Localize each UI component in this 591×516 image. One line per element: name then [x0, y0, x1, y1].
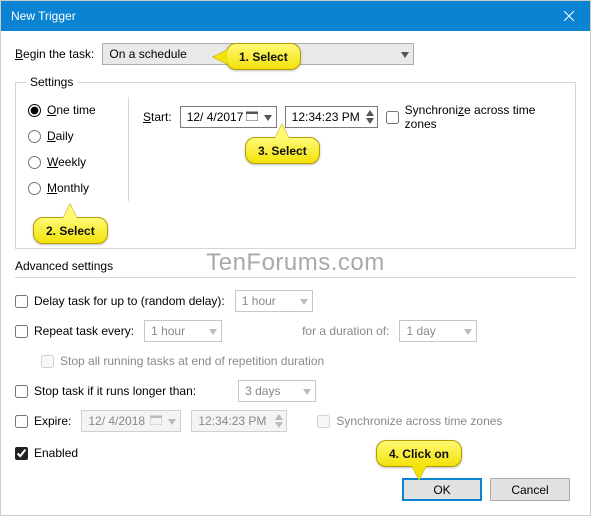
- radio-weekly[interactable]: Weekly: [28, 155, 114, 169]
- repeat-combo: 1 hour: [144, 320, 222, 342]
- dialog-buttons: OK Cancel: [402, 478, 570, 501]
- delay-check[interactable]: Delay task for up to (random delay):: [15, 294, 225, 308]
- radio-monthly[interactable]: Monthly: [28, 181, 114, 195]
- spinner-icon: [274, 413, 284, 429]
- settings-legend: Settings: [26, 75, 77, 89]
- expire-date-picker: 12/ 4/2018: [81, 410, 181, 432]
- advanced-divider: [15, 277, 576, 278]
- delay-row: Delay task for up to (random delay): 1 h…: [15, 288, 576, 314]
- stop-longer-row: Stop task if it runs longer than: 3 days: [15, 378, 576, 404]
- enabled-check[interactable]: Enabled: [15, 446, 78, 460]
- callout-3: 3. Select: [245, 137, 320, 164]
- begin-task-value: On a schedule: [109, 47, 186, 61]
- cancel-button[interactable]: Cancel: [490, 478, 570, 501]
- begin-task-label: Begin the task:: [15, 47, 94, 61]
- advanced-legend: Advanced settings: [15, 259, 576, 273]
- close-button[interactable]: [548, 1, 590, 31]
- callout-4: 4. Click on: [376, 440, 462, 467]
- ok-button[interactable]: OK: [402, 478, 482, 501]
- sync-timezones-label: Synchronize across time zones: [405, 103, 563, 131]
- settings-divider: [128, 97, 129, 201]
- spinner-icon: [365, 109, 375, 125]
- callout-1: 1. Select: [226, 43, 301, 70]
- start-label: Start:: [143, 110, 172, 124]
- duration-combo: 1 day: [399, 320, 477, 342]
- chevron-down-icon: [168, 414, 176, 428]
- recurrence-radios: One time Daily Weekly Monthly: [26, 97, 116, 201]
- callout-2: 2. Select: [33, 217, 108, 244]
- delay-combo: 1 hour: [235, 290, 313, 312]
- stop-all-check: Stop all running tasks at end of repetit…: [41, 354, 324, 368]
- radio-daily[interactable]: Daily: [28, 129, 114, 143]
- close-icon: [564, 11, 574, 21]
- repeat-check[interactable]: Repeat task every:: [15, 324, 134, 338]
- stop-all-row: Stop all running tasks at end of repetit…: [41, 348, 576, 374]
- title-bar: New Trigger: [1, 1, 590, 31]
- calendar-icon: [246, 110, 258, 124]
- stop-longer-combo: 3 days: [238, 380, 316, 402]
- window-title: New Trigger: [11, 9, 76, 23]
- start-date-value: 12/ 4/2017: [187, 110, 244, 124]
- duration-label: for a duration of:: [302, 324, 389, 338]
- expire-sync-check: Synchronize across time zones: [317, 414, 502, 428]
- stop-longer-check[interactable]: Stop task if it runs longer than:: [15, 384, 196, 398]
- radio-one-time[interactable]: One time: [28, 103, 114, 117]
- calendar-icon: [150, 414, 162, 428]
- expire-time-picker: 12:34:23 PM: [191, 410, 287, 432]
- chevron-down-icon: [303, 384, 311, 398]
- enabled-row: Enabled: [15, 440, 576, 466]
- repeat-row: Repeat task every: 1 hour for a duration…: [15, 318, 576, 344]
- chevron-down-icon: [464, 324, 472, 338]
- dialog-body: Begin the task: On a schedule Settings O…: [1, 31, 590, 480]
- sync-timezones-check[interactable]: Synchronize across time zones: [386, 103, 563, 131]
- start-time-picker[interactable]: 12:34:23 PM: [285, 106, 378, 128]
- expire-check[interactable]: Expire:: [15, 414, 71, 428]
- start-date-picker[interactable]: 12/ 4/2017: [180, 106, 277, 128]
- schedule-panel: Start: 12/ 4/2017 12:34:23 PM: [141, 97, 565, 201]
- start-time-value: 12:34:23 PM: [292, 110, 360, 124]
- chevron-down-icon: [401, 47, 409, 61]
- chevron-down-icon: [209, 324, 217, 338]
- chevron-down-icon: [264, 110, 272, 124]
- chevron-down-icon: [300, 294, 308, 308]
- expire-row: Expire: 12/ 4/2018 12:34:23 PM Synchroni…: [15, 408, 576, 434]
